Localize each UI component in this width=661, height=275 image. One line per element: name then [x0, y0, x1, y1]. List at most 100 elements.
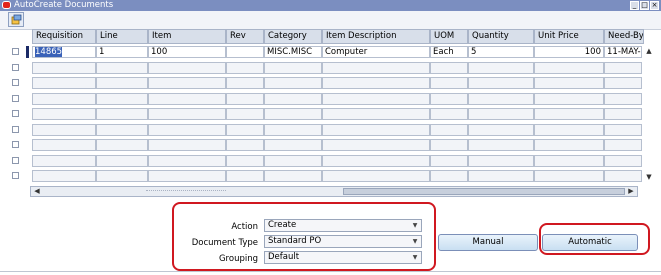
- grid-cell-unit-price[interactable]: [534, 108, 604, 120]
- row-select-checkbox[interactable]: [12, 141, 19, 148]
- grid-cell-need-by[interactable]: [604, 139, 642, 151]
- grid-cell-item[interactable]: [148, 170, 226, 182]
- grid-cell-item[interactable]: [148, 108, 226, 120]
- grid-cell-category[interactable]: [264, 139, 322, 151]
- grid-cell-unit-price[interactable]: [534, 93, 604, 105]
- grid-cell-requisition[interactable]: [32, 170, 96, 182]
- grid-cell-unit-price[interactable]: [534, 77, 604, 89]
- grid-cell-need-by[interactable]: [604, 108, 642, 120]
- grid-cell-requisition[interactable]: 14865: [32, 46, 96, 58]
- grid-cell-category[interactable]: [264, 108, 322, 120]
- grid-cell-quantity[interactable]: [468, 139, 534, 151]
- row-select-checkbox[interactable]: [12, 48, 19, 55]
- grid-cell-requisition[interactable]: [32, 139, 96, 151]
- grid-cell-quantity[interactable]: [468, 155, 534, 167]
- toolbar-button[interactable]: [8, 12, 24, 27]
- grid-cell-need-by[interactable]: [604, 170, 642, 182]
- grid-cell-need-by[interactable]: [604, 77, 642, 89]
- grid-cell-unit-price[interactable]: [534, 155, 604, 167]
- grid-cell-line[interactable]: [96, 77, 148, 89]
- grid-cell-description[interactable]: [322, 62, 430, 74]
- grid-cell-item[interactable]: [148, 155, 226, 167]
- grid-cell-uom[interactable]: [430, 139, 468, 151]
- column-header-uom[interactable]: UOM: [430, 29, 468, 44]
- row-select-checkbox[interactable]: [12, 172, 19, 179]
- vertical-scrollbar[interactable]: ▲ ▼: [644, 46, 654, 186]
- grid-cell-unit-price[interactable]: [534, 170, 604, 182]
- row-select-checkbox[interactable]: [12, 95, 19, 102]
- grid-cell-description[interactable]: [322, 155, 430, 167]
- grid-cell-description[interactable]: [322, 124, 430, 136]
- grid-cell-description[interactable]: [322, 170, 430, 182]
- grid-cell-rev[interactable]: [226, 93, 264, 105]
- grid-cell-rev[interactable]: [226, 108, 264, 120]
- manual-button[interactable]: Manual: [438, 234, 538, 251]
- row-select-checkbox[interactable]: [12, 157, 19, 164]
- column-header-need-by[interactable]: Need-By: [604, 29, 644, 44]
- column-header-line[interactable]: Line: [96, 29, 148, 44]
- grid-cell-requisition[interactable]: [32, 62, 96, 74]
- row-select-checkbox[interactable]: [12, 64, 19, 71]
- grid-cell-rev[interactable]: [226, 155, 264, 167]
- column-header-item[interactable]: Item: [148, 29, 226, 44]
- grid-cell-uom[interactable]: [430, 124, 468, 136]
- grid-cell-quantity[interactable]: [468, 62, 534, 74]
- grid-cell-line[interactable]: [96, 170, 148, 182]
- grid-cell-unit-price[interactable]: 100: [534, 46, 604, 58]
- grid-cell-category[interactable]: [264, 170, 322, 182]
- column-header-description[interactable]: Item Description: [322, 29, 430, 44]
- grid-cell-rev[interactable]: [226, 139, 264, 151]
- grid-cell-item[interactable]: [148, 124, 226, 136]
- minimize-icon[interactable]: _: [630, 1, 639, 10]
- grid-cell-requisition[interactable]: [32, 155, 96, 167]
- scroll-left-icon[interactable]: ◀: [32, 187, 42, 196]
- grid-cell-quantity[interactable]: [468, 170, 534, 182]
- grid-cell-need-by[interactable]: [604, 93, 642, 105]
- grid-cell-requisition[interactable]: [32, 77, 96, 89]
- grid-cell-category[interactable]: [264, 93, 322, 105]
- grid-cell-rev[interactable]: [226, 124, 264, 136]
- grid-cell-description[interactable]: [322, 93, 430, 105]
- grid-cell-item[interactable]: [148, 93, 226, 105]
- grid-cell-description[interactable]: [322, 139, 430, 151]
- grid-cell-item[interactable]: [148, 62, 226, 74]
- grid-cell-need-by[interactable]: [604, 124, 642, 136]
- grid-cell-requisition[interactable]: [32, 108, 96, 120]
- grid-cell-category[interactable]: [264, 155, 322, 167]
- column-header-category[interactable]: Category: [264, 29, 322, 44]
- grid-cell-uom[interactable]: [430, 155, 468, 167]
- scroll-down-icon[interactable]: ▼: [644, 172, 654, 182]
- grid-cell-rev[interactable]: [226, 62, 264, 74]
- grid-cell-line[interactable]: [96, 108, 148, 120]
- grid-cell-line[interactable]: [96, 124, 148, 136]
- grid-cell-unit-price[interactable]: [534, 124, 604, 136]
- grid-cell-uom[interactable]: [430, 77, 468, 89]
- grid-cell-line[interactable]: [96, 62, 148, 74]
- maximize-icon[interactable]: □: [640, 1, 649, 10]
- scroll-up-icon[interactable]: ▲: [644, 46, 654, 56]
- grid-cell-category[interactable]: [264, 62, 322, 74]
- grid-cell-quantity[interactable]: [468, 124, 534, 136]
- scrollbar-thumb[interactable]: [343, 188, 625, 195]
- grid-cell-uom[interactable]: [430, 62, 468, 74]
- scroll-right-icon[interactable]: ▶: [626, 187, 636, 196]
- grid-cell-category[interactable]: MISC.MISC: [264, 46, 322, 58]
- grid-cell-description[interactable]: [322, 108, 430, 120]
- row-select-checkbox[interactable]: [12, 126, 19, 133]
- grid-cell-rev[interactable]: [226, 170, 264, 182]
- grid-cell-description[interactable]: Computer: [322, 46, 430, 58]
- grid-cell-unit-price[interactable]: [534, 62, 604, 74]
- grid-cell-line[interactable]: [96, 139, 148, 151]
- grid-cell-uom[interactable]: Each: [430, 46, 468, 58]
- horizontal-scrollbar[interactable]: ◀ ▶: [30, 186, 638, 197]
- grid-cell-line[interactable]: 1: [96, 46, 148, 58]
- grid-cell-quantity[interactable]: [468, 93, 534, 105]
- column-header-quantity[interactable]: Quantity: [468, 29, 534, 44]
- grid-cell-requisition[interactable]: [32, 124, 96, 136]
- grid-cell-rev[interactable]: [226, 77, 264, 89]
- grid-cell-line[interactable]: [96, 93, 148, 105]
- grid-cell-category[interactable]: [264, 124, 322, 136]
- grid-cell-description[interactable]: [322, 77, 430, 89]
- close-icon[interactable]: ×: [650, 1, 659, 10]
- grid-cell-category[interactable]: [264, 77, 322, 89]
